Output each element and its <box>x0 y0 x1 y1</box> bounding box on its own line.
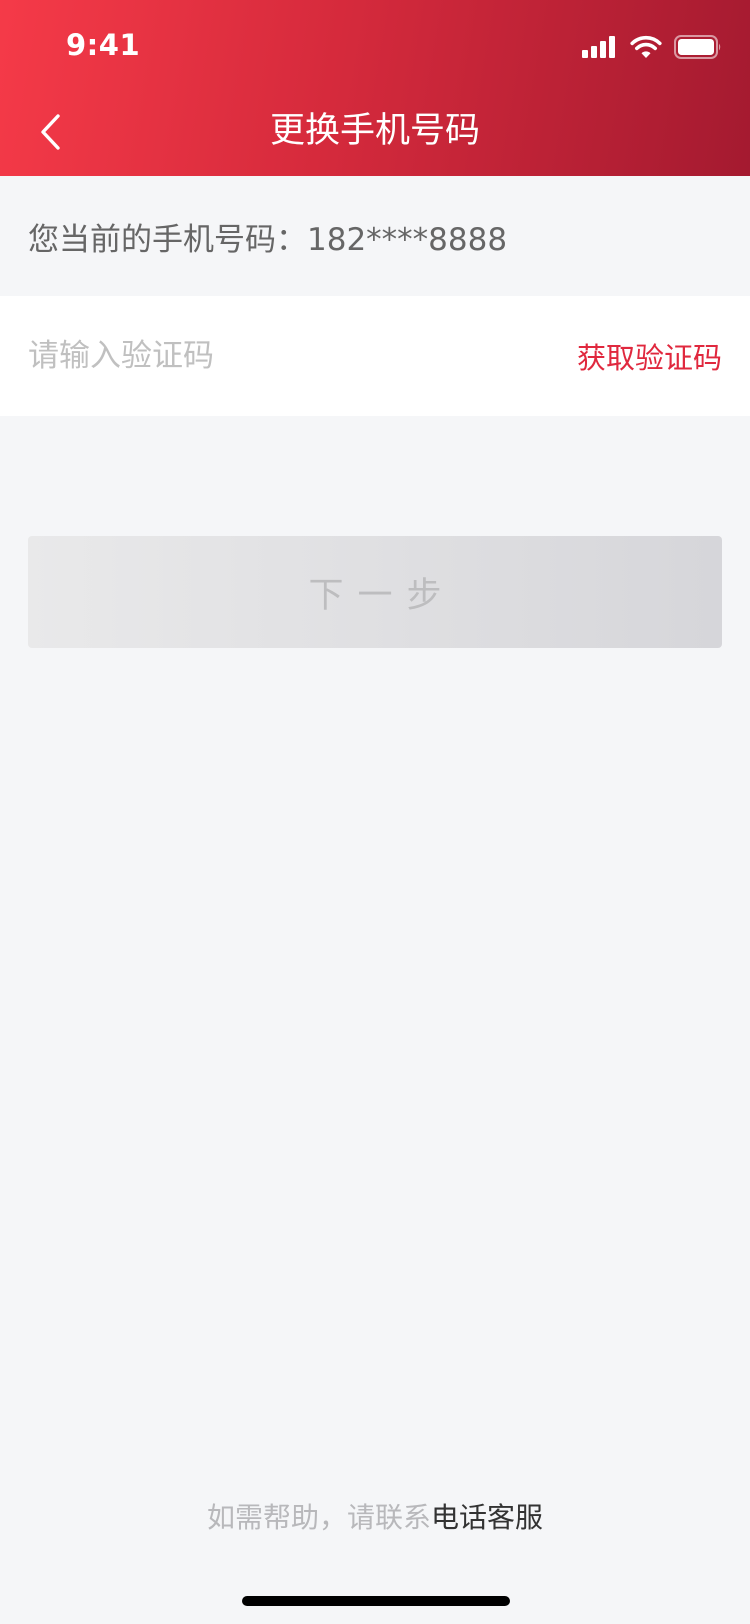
current-phone-row: 您当前的手机号码：182****8888 <box>0 176 750 296</box>
status-time: 9:41 <box>66 28 141 62</box>
verification-code-input[interactable] <box>28 338 428 374</box>
page-title: 更换手机号码 <box>269 111 480 151</box>
status-icons <box>582 34 722 60</box>
next-step-button[interactable]: 下一步 <box>28 536 722 648</box>
cellular-signal-icon <box>582 36 618 58</box>
battery-icon <box>674 35 721 59</box>
nav-header: 9:41 更换手机号码 <box>0 0 750 176</box>
help-line: 如需帮助，请联系电话客服 <box>0 1496 750 1536</box>
home-indicator <box>242 1596 510 1606</box>
verification-code-row: 获取验证码 <box>0 296 750 416</box>
current-phone-label: 您当前的手机号码：182****8888 <box>28 221 508 258</box>
get-code-button[interactable]: 获取验证码 <box>577 335 722 377</box>
phone-support-link[interactable]: 电话客服 <box>431 1501 543 1534</box>
help-text: 如需帮助，请联系 <box>206 1501 431 1534</box>
wifi-icon <box>630 35 662 58</box>
